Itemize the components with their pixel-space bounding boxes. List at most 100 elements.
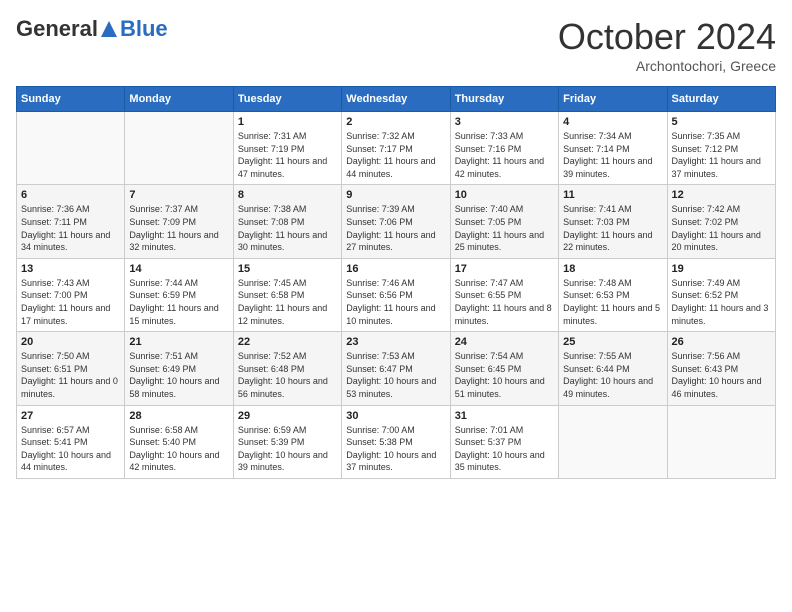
title-block: October 2024 Archontochori, Greece: [558, 16, 776, 74]
day-info: Sunrise: 7:50 AM Sunset: 6:51 PM Dayligh…: [21, 350, 120, 400]
logo-icon: [99, 19, 119, 39]
day-number: 19: [672, 263, 771, 275]
day-number: 8: [238, 189, 337, 201]
day-header: Friday: [559, 87, 667, 112]
month-title: October 2024: [558, 16, 776, 58]
day-info: Sunrise: 6:59 AM Sunset: 5:39 PM Dayligh…: [238, 424, 337, 474]
day-number: 2: [346, 116, 445, 128]
day-info: Sunrise: 7:37 AM Sunset: 7:09 PM Dayligh…: [129, 203, 228, 253]
calendar-cell: 4 Sunrise: 7:34 AM Sunset: 7:14 PM Daylig…: [559, 112, 667, 185]
page-header: General Blue October 2024 Archontochori,…: [16, 16, 776, 74]
calendar-cell: [17, 112, 125, 185]
calendar-cell: [667, 405, 775, 478]
calendar-cell: 19Sunrise: 7:49 AM Sunset: 6:52 PM Dayli…: [667, 258, 775, 331]
day-number: 12: [672, 189, 771, 201]
day-number: 15: [238, 263, 337, 275]
day-info: Sunrise: 7:44 AM Sunset: 6:59 PM Dayligh…: [129, 277, 228, 327]
day-info: Sunrise: 7:32 AM Sunset: 7:17 PM Dayligh…: [346, 130, 445, 180]
calendar-week-row: 13 Sunrise: 7:43 AM Sunset: 7:00 PM Dayli…: [17, 258, 776, 331]
day-number: 11: [563, 189, 662, 201]
day-info: Sunrise: 7:42 AM Sunset: 7:02 PM Dayligh…: [672, 203, 771, 253]
day-info: Sunrise: 7:38 AM Sunset: 7:08 PM Dayligh…: [238, 203, 337, 253]
calendar-cell: 27 Sunrise: 6:57 AM Sunset: 5:41 PM Dayli…: [17, 405, 125, 478]
calendar-cell: 25 Sunrise: 7:55 AM Sunset: 6:44 PM Dayli…: [559, 332, 667, 405]
day-info: Sunrise: 7:34 AM Sunset: 7:14 PM Dayligh…: [563, 130, 662, 180]
day-info: Sunrise: 6:57 AM Sunset: 5:41 PM Dayligh…: [21, 424, 120, 474]
calendar-cell: 18 Sunrise: 7:48 AM Sunset: 6:53 PM Dayli…: [559, 258, 667, 331]
calendar-cell: 3 Sunrise: 7:33 AM Sunset: 7:16 PM Daylig…: [450, 112, 558, 185]
day-info: Sunrise: 7:39 AM Sunset: 7:06 PM Dayligh…: [346, 203, 445, 253]
day-header: Sunday: [17, 87, 125, 112]
logo: General Blue: [16, 16, 168, 42]
day-info: Sunrise: 7:52 AM Sunset: 6:48 PM Dayligh…: [238, 350, 337, 400]
day-info: Sunrise: 7:35 AM Sunset: 7:12 PM Dayligh…: [672, 130, 771, 180]
calendar-week-row: 1Sunrise: 7:31 AM Sunset: 7:19 PM Daylig…: [17, 112, 776, 185]
calendar-cell: 5 Sunrise: 7:35 AM Sunset: 7:12 PM Daylig…: [667, 112, 775, 185]
day-number: 25: [563, 336, 662, 348]
calendar-cell: 24Sunrise: 7:54 AM Sunset: 6:45 PM Dayli…: [450, 332, 558, 405]
calendar-week-row: 6 Sunrise: 7:36 AM Sunset: 7:11 PM Daylig…: [17, 185, 776, 258]
calendar-cell: 21Sunrise: 7:51 AM Sunset: 6:49 PM Dayli…: [125, 332, 233, 405]
day-info: Sunrise: 7:43 AM Sunset: 7:00 PM Dayligh…: [21, 277, 120, 327]
calendar-cell: 22 Sunrise: 7:52 AM Sunset: 6:48 PM Dayli…: [233, 332, 341, 405]
day-info: Sunrise: 7:36 AM Sunset: 7:11 PM Dayligh…: [21, 203, 120, 253]
calendar-cell: 11 Sunrise: 7:41 AM Sunset: 7:03 PM Dayli…: [559, 185, 667, 258]
day-header: Monday: [125, 87, 233, 112]
calendar-cell: 6 Sunrise: 7:36 AM Sunset: 7:11 PM Daylig…: [17, 185, 125, 258]
day-number: 29: [238, 410, 337, 422]
day-info: Sunrise: 7:54 AM Sunset: 6:45 PM Dayligh…: [455, 350, 554, 400]
calendar-cell: 30 Sunrise: 7:00 AM Sunset: 5:38 PM Dayli…: [342, 405, 450, 478]
day-number: 5: [672, 116, 771, 128]
day-number: 31: [455, 410, 554, 422]
day-header: Wednesday: [342, 87, 450, 112]
day-info: Sunrise: 7:33 AM Sunset: 7:16 PM Dayligh…: [455, 130, 554, 180]
calendar-cell: 20 Sunrise: 7:50 AM Sunset: 6:51 PM Dayli…: [17, 332, 125, 405]
calendar-cell: 29 Sunrise: 6:59 AM Sunset: 5:39 PM Dayli…: [233, 405, 341, 478]
calendar-cell: 28Sunrise: 6:58 AM Sunset: 5:40 PM Dayli…: [125, 405, 233, 478]
calendar-cell: 15 Sunrise: 7:45 AM Sunset: 6:58 PM Dayli…: [233, 258, 341, 331]
day-info: Sunrise: 7:45 AM Sunset: 6:58 PM Dayligh…: [238, 277, 337, 327]
day-info: Sunrise: 7:56 AM Sunset: 6:43 PM Dayligh…: [672, 350, 771, 400]
days-header-row: SundayMondayTuesdayWednesdayThursdayFrid…: [17, 87, 776, 112]
calendar-cell: 26 Sunrise: 7:56 AM Sunset: 6:43 PM Dayli…: [667, 332, 775, 405]
day-number: 16: [346, 263, 445, 275]
calendar-table: SundayMondayTuesdayWednesdayThursdayFrid…: [16, 86, 776, 479]
day-number: 13: [21, 263, 120, 275]
calendar-cell: 7 Sunrise: 7:37 AM Sunset: 7:09 PM Daylig…: [125, 185, 233, 258]
day-info: Sunrise: 7:41 AM Sunset: 7:03 PM Dayligh…: [563, 203, 662, 253]
day-number: 18: [563, 263, 662, 275]
day-number: 22: [238, 336, 337, 348]
day-info: Sunrise: 7:48 AM Sunset: 6:53 PM Dayligh…: [563, 277, 662, 327]
calendar-cell: 10Sunrise: 7:40 AM Sunset: 7:05 PM Dayli…: [450, 185, 558, 258]
day-number: 21: [129, 336, 228, 348]
logo-general-text: General: [16, 16, 98, 42]
day-number: 14: [129, 263, 228, 275]
day-number: 7: [129, 189, 228, 201]
day-number: 27: [21, 410, 120, 422]
day-number: 17: [455, 263, 554, 275]
calendar-cell: [559, 405, 667, 478]
day-info: Sunrise: 7:00 AM Sunset: 5:38 PM Dayligh…: [346, 424, 445, 474]
calendar-cell: 1Sunrise: 7:31 AM Sunset: 7:19 PM Daylig…: [233, 112, 341, 185]
calendar-cell: 14 Sunrise: 7:44 AM Sunset: 6:59 PM Dayli…: [125, 258, 233, 331]
day-info: Sunrise: 6:58 AM Sunset: 5:40 PM Dayligh…: [129, 424, 228, 474]
calendar-cell: 16Sunrise: 7:46 AM Sunset: 6:56 PM Dayli…: [342, 258, 450, 331]
day-number: 6: [21, 189, 120, 201]
day-info: Sunrise: 7:47 AM Sunset: 6:55 PM Dayligh…: [455, 277, 554, 327]
calendar-week-row: 27 Sunrise: 6:57 AM Sunset: 5:41 PM Dayli…: [17, 405, 776, 478]
day-number: 3: [455, 116, 554, 128]
day-info: Sunrise: 7:53 AM Sunset: 6:47 PM Dayligh…: [346, 350, 445, 400]
calendar-cell: 12 Sunrise: 7:42 AM Sunset: 7:02 PM Dayli…: [667, 185, 775, 258]
day-number: 30: [346, 410, 445, 422]
day-number: 10: [455, 189, 554, 201]
day-number: 26: [672, 336, 771, 348]
day-number: 4: [563, 116, 662, 128]
day-number: 20: [21, 336, 120, 348]
calendar-week-row: 20 Sunrise: 7:50 AM Sunset: 6:51 PM Dayli…: [17, 332, 776, 405]
calendar-cell: [125, 112, 233, 185]
day-header: Saturday: [667, 87, 775, 112]
calendar-cell: 9Sunrise: 7:39 AM Sunset: 7:06 PM Daylig…: [342, 185, 450, 258]
day-number: 23: [346, 336, 445, 348]
day-info: Sunrise: 7:55 AM Sunset: 6:44 PM Dayligh…: [563, 350, 662, 400]
day-header: Thursday: [450, 87, 558, 112]
